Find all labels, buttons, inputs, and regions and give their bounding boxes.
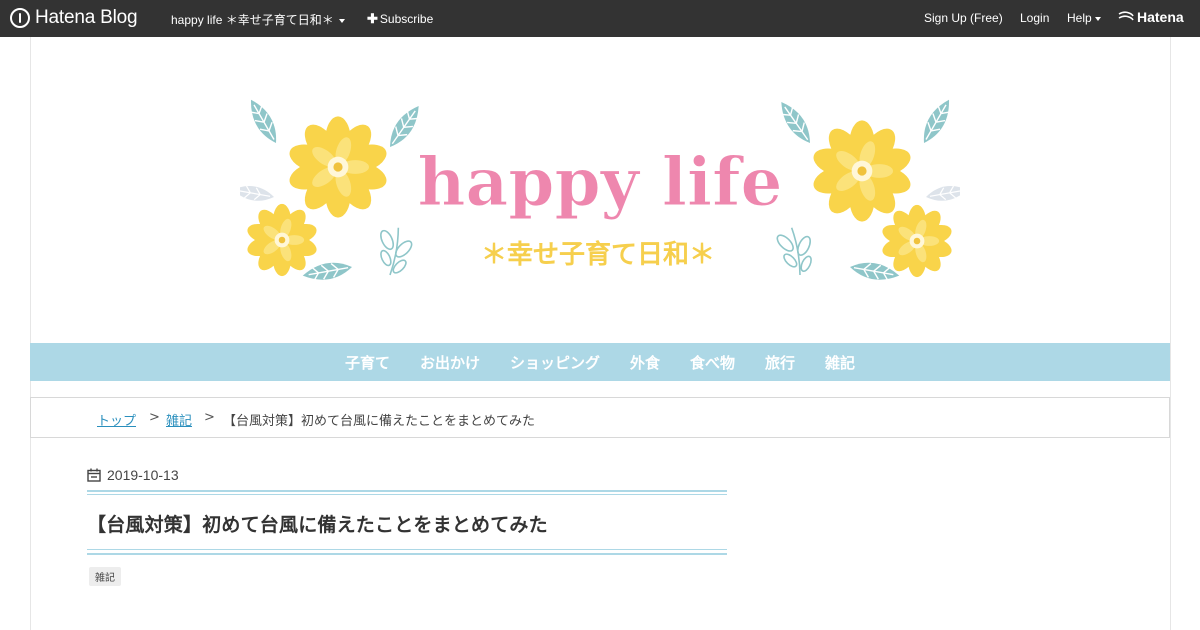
- blog-name-label: happy life ＊幸せ子育て日和＊: [171, 13, 334, 27]
- title-divider-bottom: [87, 553, 727, 555]
- nav-item-parenting[interactable]: 子育て: [345, 352, 390, 373]
- nav-item-misc[interactable]: 雑記: [825, 352, 855, 373]
- hatena-logo-text: Hatena: [1137, 9, 1184, 25]
- hatena-blog-logo-icon: [10, 8, 30, 28]
- chevron-down-icon: [1094, 16, 1101, 21]
- nav-item-food[interactable]: 食べ物: [690, 352, 735, 373]
- article-date-text: 2019-10-13: [107, 467, 179, 483]
- calendar-icon: [87, 468, 101, 482]
- blog-header-banner[interactable]: happy life ＊幸せ子育て日和＊: [230, 85, 970, 285]
- signup-link[interactable]: Sign Up (Free): [924, 11, 1003, 25]
- breadcrumb-separator: >: [149, 410, 160, 425]
- article-category-tag[interactable]: 雑記: [89, 567, 121, 586]
- nav-item-travel[interactable]: 旅行: [765, 352, 795, 373]
- nav-item-outing[interactable]: お出かけ: [420, 352, 480, 373]
- hatena-logo-icon: [1118, 11, 1134, 21]
- breadcrumb-category-link[interactable]: 雑記: [166, 410, 192, 429]
- chevron-down-icon: [338, 18, 345, 23]
- banner-title: happy life: [418, 143, 783, 221]
- hatena-blog-logo-text: Hatena Blog: [35, 7, 138, 28]
- nav-item-eating-out[interactable]: 外食: [630, 352, 660, 373]
- breadcrumb-separator: >: [204, 410, 215, 425]
- hatena-blog-logo[interactable]: Hatena Blog: [10, 7, 138, 29]
- help-dropdown[interactable]: Help: [1067, 11, 1101, 25]
- article-title[interactable]: 【台風対策】初めて台風に備えたことをまとめてみた: [87, 510, 548, 537]
- title-divider-bottom-thin: [87, 549, 727, 550]
- login-link[interactable]: Login: [1020, 11, 1049, 25]
- nav-item-shopping[interactable]: ショッピング: [510, 352, 600, 373]
- plus-icon: ✚: [367, 11, 378, 26]
- blog-name-dropdown[interactable]: happy life ＊幸せ子育て日和＊: [171, 11, 345, 28]
- breadcrumb-current: 【台風対策】初めて台風に備えたことをまとめてみた: [223, 414, 536, 429]
- subscribe-label: Subscribe: [379, 12, 434, 26]
- title-divider-top-thin: [87, 494, 727, 495]
- title-divider-top: [87, 490, 727, 492]
- breadcrumb-top-link[interactable]: トップ: [97, 410, 136, 429]
- hatena-top-bar: Hatena Blog happy life ＊幸せ子育て日和＊ ✚ Subscr…: [0, 0, 1200, 37]
- breadcrumb: トップ > 雑記 > 【台風対策】初めて台風に備えたことをまとめてみた: [30, 397, 1170, 438]
- banner-subtitle: ＊幸せ子育て日和＊: [481, 239, 715, 270]
- banner-illustration: happy life ＊幸せ子育て日和＊: [230, 94, 970, 285]
- help-label: Help: [1067, 11, 1092, 25]
- subscribe-button[interactable]: ✚ Subscribe: [367, 11, 433, 27]
- article-date[interactable]: 2019-10-13: [87, 467, 179, 483]
- hatena-logo[interactable]: Hatena: [1118, 9, 1184, 25]
- category-nav: 子育て お出かけ ショッピング 外食 食べ物 旅行 雑記: [30, 343, 1170, 381]
